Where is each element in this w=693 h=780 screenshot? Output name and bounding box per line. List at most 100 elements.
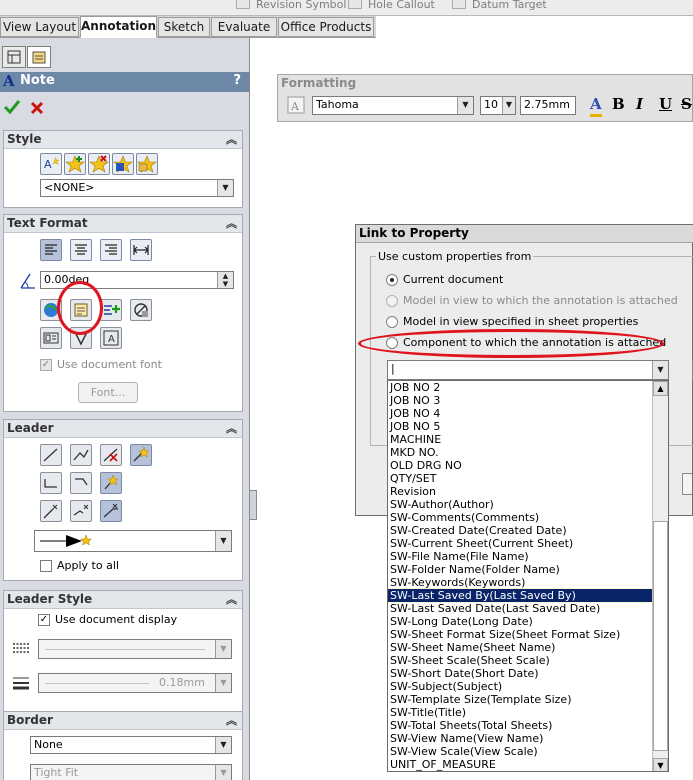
strikethrough-button[interactable]: S [681,95,692,117]
border-section-header[interactable]: Border ︽ [4,712,242,730]
italic-button[interactable]: I [636,95,643,117]
list-item[interactable]: SW-View Scale(View Scale) [388,745,652,758]
list-item[interactable]: JOB NO 5 [388,420,652,433]
line-thickness-select[interactable]: 0.18mm ▼ [38,673,232,693]
collapse-chevron-icon[interactable]: ︽ [226,131,237,148]
property-name-combo[interactable]: | ▼ [387,360,669,380]
font-height-input[interactable]: 2.75mm [520,96,576,115]
leader-straight-button[interactable] [40,444,62,466]
list-item[interactable]: SW-Total Sheets(Total Sheets) [388,719,652,732]
leader-section-header[interactable]: Leader ︽ [4,420,242,438]
model-in-view-attached-radio[interactable] [386,295,398,307]
bold-button[interactable]: B [612,95,625,117]
dialog-button-partial[interactable] [682,473,692,495]
leader-underline-button[interactable] [40,500,62,522]
collapse-chevron-icon[interactable]: ︽ [226,420,237,437]
align-center-button[interactable] [70,239,92,261]
tab-annotation[interactable]: Annotation [80,16,157,38]
chevron-down-icon[interactable]: ▼ [215,640,231,658]
load-style-button[interactable] [136,153,158,175]
text-format-section-header[interactable]: Text Format ︽ [4,215,242,233]
list-scrollbar[interactable]: ▲ ▼ [652,381,668,771]
chevron-down-icon[interactable]: ▼ [502,97,515,114]
tab-office-products[interactable]: Office Products [278,17,374,37]
align-left-button[interactable] [40,239,62,261]
collapse-chevron-icon[interactable]: ︽ [226,215,237,232]
scroll-thumb[interactable] [653,521,668,751]
apply-style-button[interactable]: A [40,153,62,175]
scroll-up-arrow[interactable]: ▲ [653,381,668,396]
apply-to-all-checkbox[interactable] [40,560,52,572]
hole-callout-command[interactable]: Hole Callout [348,0,435,11]
leader-right-button[interactable] [70,472,92,494]
list-item[interactable]: SW-Sheet Scale(Sheet Scale) [388,654,652,667]
chevron-down-icon[interactable]: ▼ [215,737,231,753]
add-style-button[interactable] [64,153,86,175]
add-symbol-button[interactable] [100,299,122,321]
chevron-down-icon[interactable]: ▼ [457,97,473,114]
collapse-chevron-icon[interactable]: ︽ [226,591,237,608]
leader-attach-button[interactable] [100,500,122,522]
list-item[interactable]: SW-Template Size(Template Size) [388,693,652,706]
list-item[interactable]: SW-File Name(File Name) [388,550,652,563]
auto-leader-button[interactable] [130,444,152,466]
property-dropdown-list[interactable]: JOB NO 2 JOB NO 3 JOB NO 4 JOB NO 5 MACHINE M… [387,380,669,772]
list-item[interactable]: JOB NO 3 [388,394,652,407]
font-size-select[interactable]: 10 ▼ [480,96,516,115]
list-item[interactable]: QTY/SET [388,472,652,485]
style-select[interactable]: <NONE> ▼ [40,179,234,197]
feature-tree-tab[interactable] [2,46,26,68]
collapse-chevron-icon[interactable]: ︽ [226,712,237,729]
list-item[interactable]: SW-Sheet Name(Sheet Name) [388,641,652,654]
leader-nearest-button[interactable] [100,472,122,494]
font-style-icon[interactable]: A [287,96,305,114]
font-name-select[interactable]: Tahoma ▼ [312,96,474,115]
font-color-button[interactable]: A [590,95,602,117]
tab-evaluate[interactable]: Evaluate [211,17,277,37]
cancel-x-icon[interactable] [29,100,45,116]
no-leader-button[interactable] [100,444,122,466]
arrow-style-select[interactable]: ▼ [34,530,232,552]
datum-target-command[interactable]: Datum Target [452,0,547,11]
list-item[interactable]: JOB NO 4 [388,407,652,420]
insert-table-button[interactable] [40,327,62,349]
list-item[interactable]: SW-View Name(View Name) [388,732,652,745]
angle-spinner[interactable]: ▲ ▼ [217,272,233,288]
list-item[interactable]: SW-Created Date(Created Date) [388,524,652,537]
chevron-down-icon[interactable]: ▼ [652,361,668,379]
list-item[interactable]: SW-Last Saved By(Last Saved By) [388,588,653,603]
list-item[interactable]: UNIT_OF_MEASURE [388,758,652,771]
chevron-down-icon[interactable]: ▼ [215,531,231,551]
chevron-down-icon[interactable]: ▼ [215,674,231,692]
link-to-property-button[interactable] [70,299,92,321]
list-item[interactable]: Revision [388,485,652,498]
list-item[interactable]: SW-Current Sheet(Current Sheet) [388,537,652,550]
use-document-font-checkbox[interactable]: ✓ [40,359,52,371]
list-item[interactable]: SW-Title(Title) [388,706,652,719]
property-manager-tab[interactable] [27,46,51,68]
angle-input[interactable]: 0.00deg ▲ ▼ [40,271,234,289]
list-item[interactable]: MKD NO. [388,446,652,459]
border-style-select[interactable]: None ▼ [30,736,232,754]
style-section-header[interactable]: Style ︽ [4,131,242,149]
revision-symbol-command[interactable]: Revision Symbol [236,0,346,11]
list-item[interactable]: JOB NO 2 [388,381,652,394]
leader-left-button[interactable] [40,472,62,494]
list-item[interactable]: SW-Long Date(Long Date) [388,615,652,628]
list-item[interactable]: SW-Last Saved Date(Last Saved Date) [388,602,652,615]
list-item[interactable]: SW-Sheet Format Size(Sheet Format Size) [388,628,652,641]
list-item[interactable]: SW-Keywords(Keywords) [388,576,652,589]
justify-button[interactable] [130,239,152,261]
border-size-select[interactable]: Tight Fit ▼ [30,764,232,780]
tab-view-layout[interactable]: View Layout [0,17,79,37]
leader-bent-underline-button[interactable] [70,500,92,522]
list-item[interactable]: SW-Comments(Comments) [388,511,652,524]
leader-style-section-header[interactable]: Leader Style ︽ [4,591,242,609]
list-item[interactable]: SW-Short Date(Short Date) [388,667,652,680]
list-item[interactable]: MACHINE [388,433,652,446]
list-item[interactable]: OLD DRG NO [388,459,652,472]
insert-surface-finish-button[interactable]: A [100,327,122,349]
use-document-display-checkbox[interactable]: ✓ [38,614,50,626]
chevron-down-icon[interactable]: ▼ [215,765,231,780]
insert-hyperlink-button[interactable] [40,299,62,321]
